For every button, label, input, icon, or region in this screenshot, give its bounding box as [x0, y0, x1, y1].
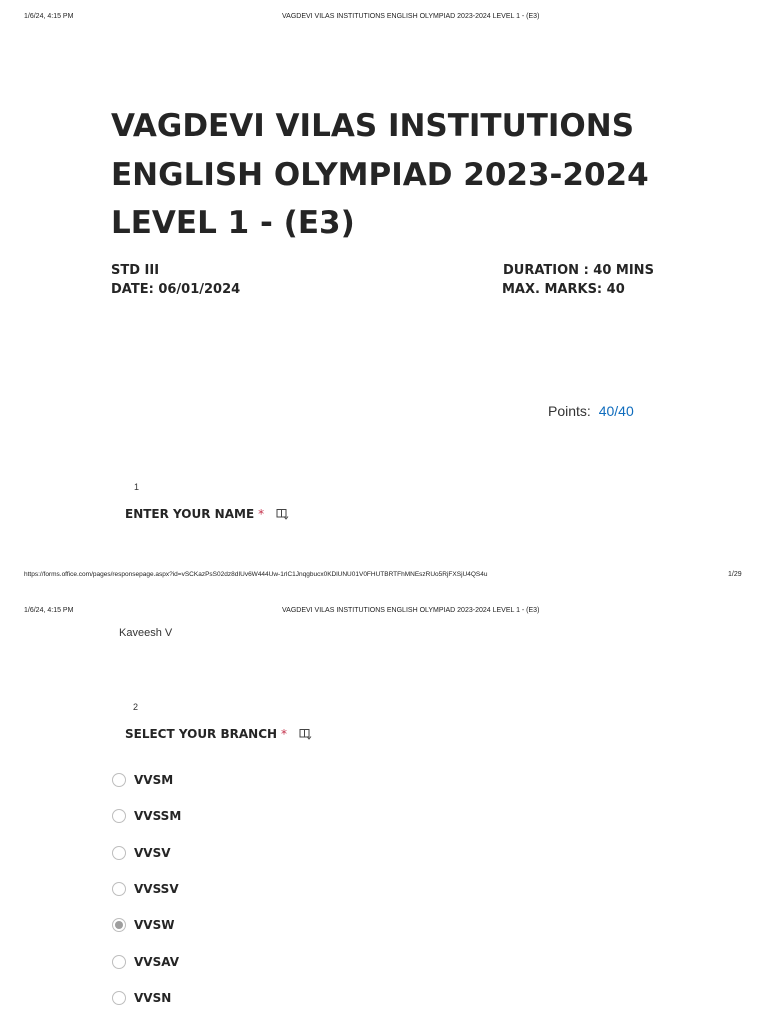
radio-button[interactable]	[112, 882, 126, 896]
branch-option[interactable]: VVSN	[112, 991, 171, 1005]
radio-button[interactable]	[112, 846, 126, 860]
immersive-reader-icon[interactable]	[276, 508, 289, 520]
option-label: VVSV	[134, 846, 171, 860]
print-datetime: 1/6/24, 4:15 PM	[24, 13, 74, 20]
form-title-line: LEVEL 1 - (E3)	[111, 205, 355, 241]
question-title: SELECT YOUR BRANCH *	[125, 727, 312, 741]
question-number: 1	[134, 482, 140, 492]
radio-button[interactable]	[112, 773, 126, 787]
print-url: https://forms.office.com/pages/responsep…	[24, 571, 488, 578]
immersive-reader-icon[interactable]	[299, 728, 312, 740]
radio-button[interactable]	[112, 809, 126, 823]
question-title: ENTER YOUR NAME *	[125, 507, 289, 521]
option-label: VVSN	[134, 991, 172, 1005]
max-marks-label: MAX. MARKS: 40	[502, 282, 625, 297]
print-page-number: 1/29	[728, 571, 742, 578]
branch-option[interactable]: VVSSM	[112, 809, 181, 823]
name-answer: Kaveesh V	[119, 627, 173, 639]
question-title-text: ENTER YOUR NAME	[125, 507, 255, 521]
date-label: DATE: 06/01/2024	[111, 282, 241, 297]
print-doc-title: VAGDEVI VILAS INSTITUTIONS ENGLISH OLYMP…	[282, 607, 540, 614]
duration-label: DURATION : 40 MINS	[503, 263, 654, 278]
branch-option[interactable]: VVSSV	[112, 882, 179, 896]
radio-button[interactable]	[112, 955, 126, 969]
form-title-line: VAGDEVI VILAS INSTITUTIONS	[111, 108, 635, 144]
std-label: STD III	[111, 263, 160, 278]
radio-button[interactable]	[112, 991, 126, 1005]
radio-button-checked[interactable]	[112, 918, 126, 932]
question-number: 2	[133, 702, 139, 712]
option-label: VVSSM	[134, 809, 182, 823]
option-label: VVSAV	[134, 955, 179, 969]
required-asterisk: *	[258, 507, 265, 521]
option-label: VVSM	[134, 773, 174, 787]
print-datetime: 1/6/24, 4:15 PM	[24, 607, 74, 614]
option-label: VVSW	[134, 918, 175, 932]
form-title: VAGDEVI VILAS INSTITUTIONS ENGLISH OLYMP…	[111, 102, 731, 248]
points-value: 40/40	[598, 403, 634, 419]
required-asterisk: *	[281, 727, 288, 741]
points-summary: Points: 40/40	[548, 403, 634, 419]
branch-option[interactable]: VVSM	[112, 773, 173, 787]
print-doc-title: VAGDEVI VILAS INSTITUTIONS ENGLISH OLYMP…	[282, 13, 540, 20]
branch-option[interactable]: VVSV	[112, 846, 171, 860]
branch-option[interactable]: VVSAV	[112, 955, 179, 969]
points-label: Points:	[548, 403, 591, 419]
form-title-line: ENGLISH OLYMPIAD 2023-2024	[111, 156, 649, 193]
branch-option-selected[interactable]: VVSW	[112, 918, 174, 932]
option-label: VVSSV	[134, 882, 179, 896]
question-title-text: SELECT YOUR BRANCH	[125, 727, 278, 741]
